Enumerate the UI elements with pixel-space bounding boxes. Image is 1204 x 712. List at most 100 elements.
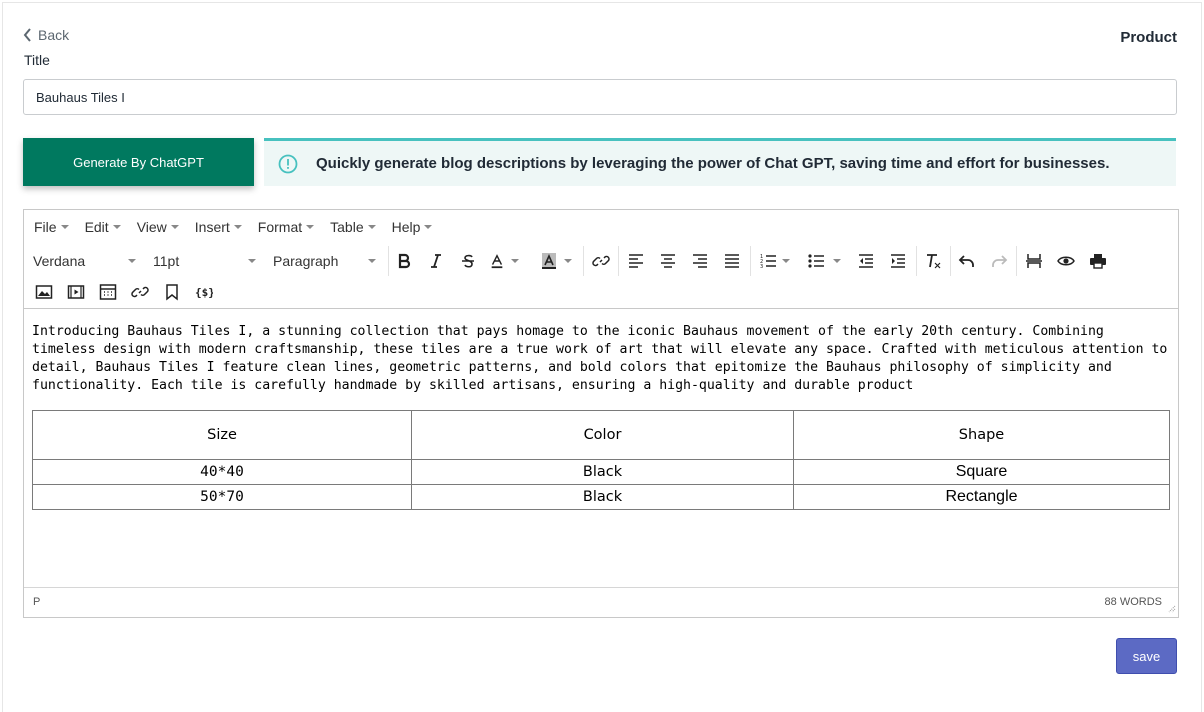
caret-down-icon xyxy=(112,225,121,229)
spec-table: Size Color Shape 40*40 Black Square 50*7… xyxy=(32,410,1170,510)
block-format-value: Paragraph xyxy=(273,253,339,269)
back-label: Back xyxy=(38,27,70,43)
caret-down-icon xyxy=(367,225,376,229)
title-label: Title xyxy=(24,52,50,68)
back-link[interactable]: Back xyxy=(23,27,69,43)
table-row: 40*40 Black Square xyxy=(32,459,1170,485)
link-icon xyxy=(131,286,149,298)
menu-file[interactable]: File xyxy=(34,219,69,235)
info-banner: Quickly generate blog descriptions by le… xyxy=(264,138,1176,186)
editor-content[interactable]: Introducing Bauhaus Tiles I, a stunning … xyxy=(24,309,1178,587)
menu-insert[interactable]: Insert xyxy=(195,219,242,235)
align-right-icon xyxy=(693,254,707,268)
rich-text-editor: File Edit View Insert Format Table Help … xyxy=(23,209,1179,618)
element-path[interactable]: P xyxy=(33,596,40,608)
bullet-list-button[interactable] xyxy=(804,250,844,272)
insert-anchor-button[interactable] xyxy=(160,281,184,303)
page-break-button[interactable] xyxy=(1022,250,1046,272)
table-row: 50*70 Black Rectangle xyxy=(32,484,1170,510)
toolbar-divider xyxy=(388,246,389,276)
menu-view[interactable]: View xyxy=(137,219,179,235)
text-color-icon xyxy=(491,254,503,269)
svg-text:{$}: {$} xyxy=(195,286,213,299)
link-button[interactable] xyxy=(589,250,613,272)
undo-button[interactable] xyxy=(955,250,979,272)
save-button[interactable]: save xyxy=(1116,638,1177,674)
caret-down-icon xyxy=(511,259,519,263)
caret-down-icon xyxy=(368,259,376,263)
clear-formatting-button[interactable] xyxy=(921,250,945,272)
toolbar-divider xyxy=(916,246,917,276)
caret-down-icon xyxy=(170,225,179,229)
editor-toolbar-primary: Verdana 11pt Paragraph 123 xyxy=(24,244,1178,277)
resize-handle-icon[interactable] xyxy=(1167,604,1176,613)
table-cell: Black xyxy=(411,484,794,510)
table-header-cell: Color xyxy=(411,410,794,460)
editor-statusbar: P 88 WORDS xyxy=(24,587,1178,615)
align-center-button[interactable] xyxy=(656,250,680,272)
caret-down-icon xyxy=(781,259,790,263)
preview-button[interactable] xyxy=(1054,250,1078,272)
banner-text: Quickly generate blog descriptions by le… xyxy=(316,155,1110,172)
caret-down-icon xyxy=(306,225,315,229)
menu-label: Format xyxy=(257,219,303,235)
align-right-button[interactable] xyxy=(688,250,712,272)
italic-button[interactable] xyxy=(424,250,448,272)
menu-table[interactable]: Table xyxy=(330,219,376,235)
caret-down-icon xyxy=(233,225,242,229)
table-header-cell: Size xyxy=(32,410,412,460)
outdent-button[interactable] xyxy=(854,250,878,272)
block-format-select[interactable]: Paragraph xyxy=(273,253,376,269)
caret-down-icon xyxy=(564,259,572,263)
table-cell: Square xyxy=(793,459,1170,485)
insert-link-button[interactable] xyxy=(128,281,152,303)
menu-label: File xyxy=(34,219,57,235)
image-icon xyxy=(35,285,53,299)
align-center-icon xyxy=(661,254,675,268)
indent-button[interactable] xyxy=(886,250,910,272)
justify-icon xyxy=(725,254,739,268)
text-color-button[interactable] xyxy=(489,250,519,272)
table-cell: 50*70 xyxy=(32,484,412,510)
bold-button[interactable] xyxy=(392,250,416,272)
menu-label: View xyxy=(136,219,167,235)
toolbar-divider xyxy=(950,246,951,276)
generate-chatgpt-button[interactable]: Generate By ChatGPT xyxy=(23,138,254,186)
italic-icon xyxy=(431,254,441,268)
title-input[interactable] xyxy=(23,79,1177,115)
menu-help[interactable]: Help xyxy=(392,219,433,235)
editor-toolbar-secondary: {$} xyxy=(24,277,1178,309)
background-color-button[interactable] xyxy=(537,250,575,272)
font-size-value: 11pt xyxy=(153,253,180,269)
menu-edit[interactable]: Edit xyxy=(85,219,121,235)
menu-format[interactable]: Format xyxy=(257,219,315,235)
font-family-value: Verdana xyxy=(33,253,86,269)
word-count: 88 WORDS xyxy=(1104,596,1162,608)
content-paragraph: Introducing Bauhaus Tiles I, a stunning … xyxy=(32,324,1168,393)
table-cell: Black xyxy=(411,459,794,485)
caret-down-icon xyxy=(128,259,136,263)
insert-image-button[interactable] xyxy=(32,281,56,303)
insert-table-button[interactable] xyxy=(96,281,120,303)
font-family-select[interactable]: Verdana xyxy=(33,253,136,269)
insert-code-button[interactable]: {$} xyxy=(192,281,216,303)
page-break-icon xyxy=(1026,254,1042,268)
svg-text:3: 3 xyxy=(760,264,763,270)
table-cell: Rectangle xyxy=(793,484,1170,510)
numbered-list-button[interactable]: 123 xyxy=(756,250,792,272)
justify-button[interactable] xyxy=(720,250,744,272)
print-button[interactable] xyxy=(1086,250,1110,272)
font-size-select[interactable]: 11pt xyxy=(153,253,256,269)
menu-label: Table xyxy=(330,219,364,235)
strikethrough-button[interactable] xyxy=(456,250,480,272)
info-circle-icon xyxy=(278,154,298,173)
indent-icon xyxy=(891,254,905,268)
outdent-icon xyxy=(859,254,873,268)
caret-down-icon xyxy=(248,259,256,263)
align-left-button[interactable] xyxy=(624,250,648,272)
page-title: Product xyxy=(1120,29,1177,46)
redo-button[interactable] xyxy=(987,250,1011,272)
caret-down-icon xyxy=(833,259,841,263)
menu-label: Help xyxy=(391,219,421,235)
insert-media-button[interactable] xyxy=(64,281,88,303)
